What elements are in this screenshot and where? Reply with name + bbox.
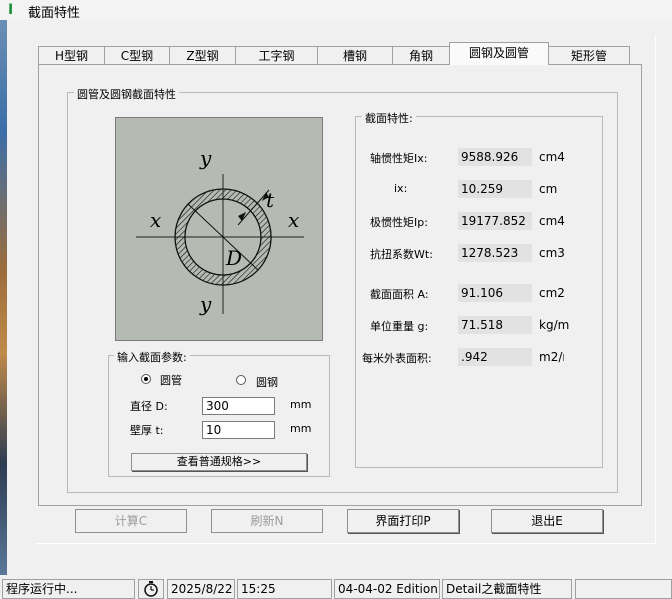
prop-unit-surface: m2/m [539,350,564,364]
prop-label-ix: 轴惯性矩Ix: [370,152,428,165]
background-strip [0,20,7,575]
calculate-button[interactable]: 计算C [75,509,187,533]
tab-channel[interactable]: 槽钢 [317,46,393,64]
prop-value-surface: .942 [458,348,532,366]
axis-y-top: y [200,146,212,170]
radio-round-bar-label: 圆钢 [256,376,278,389]
prop-label-area: 截面面积 A: [370,288,429,301]
prop-value-ip: 19177.852 [458,212,532,230]
status-time: 15:25 [237,579,332,599]
tab-h-steel[interactable]: H型钢 [38,46,105,64]
diameter-unit: mm [290,398,312,411]
prop-label-weight: 单位重量 g: [370,320,429,333]
diameter-label: 直径 D: [130,400,168,413]
radio-tube[interactable] [141,374,151,384]
prop-value-area: 91.106 [458,284,532,302]
thickness-label: 壁厚 t: [130,424,164,437]
app-icon: I [8,2,14,18]
diameter-symbol: D [226,246,243,270]
prop-unit-ix: cm4 [539,150,565,164]
status-state: 程序运行中... [2,579,135,599]
window-title: 截面特性 [28,6,81,21]
status-edition: 04-04-02 Edition [334,579,440,599]
axis-y-bottom: y [200,292,212,316]
prop-value-wt: 1278.523 [458,244,532,262]
prop-label-wt: 抗扭系数Wt: [370,248,433,261]
prop-label-radius: ix: [394,182,408,195]
clock-icon [138,579,164,599]
print-button[interactable]: 界面打印P [347,509,459,533]
status-detail: Detail之截面特性 [442,579,572,599]
status-empty [575,579,672,599]
tab-angle[interactable]: 角钢 [392,46,450,64]
prop-value-weight: 71.518 [458,316,532,334]
tab-i-beam[interactable]: 工字钢 [235,46,318,64]
prop-value-ix: 9588.926 [458,148,532,166]
prop-unit-weight: kg/m [539,318,570,332]
axis-x-right: x [288,208,300,232]
prop-unit-area: cm2 [539,286,565,300]
prop-unit-wt: cm3 [539,246,565,260]
thickness-symbol: t [266,188,275,212]
view-specs-button[interactable]: 查看普通规格>> [131,453,307,471]
radio-tube-label: 圆管 [160,374,182,387]
tab-z-steel[interactable]: Z型钢 [169,46,236,64]
axis-x-left: x [150,208,162,232]
thickness-unit: mm [290,422,312,435]
prop-unit-radius: cm [539,182,558,196]
tab-round-tube[interactable]: 圆钢及圆管 [449,42,549,65]
prop-label-ip: 极惯性矩Ip: [370,216,428,229]
tab-rect-tube[interactable]: 矩形管 [548,46,630,64]
diameter-input[interactable]: 300 [202,397,275,415]
title-bar: I 截面特性 [0,0,672,21]
prop-label-surface: 每米外表面积: [362,352,432,365]
prop-unit-ip: cm4 [539,214,565,228]
prop-value-radius: 10.259 [458,180,532,198]
status-date: 2025/8/22 [167,579,235,599]
exit-button[interactable]: 退出E [491,509,603,533]
refresh-button[interactable]: 刷新N [211,509,323,533]
thickness-input[interactable]: 10 [202,421,275,439]
section-diagram: y y x x t D [115,117,323,341]
props-group-title: 截面特性: [362,110,416,126]
tab-c-steel[interactable]: C型钢 [104,46,170,64]
main-group-title: 圆管及圆钢截面特性 [74,86,179,102]
radio-round-bar[interactable] [236,375,246,385]
input-group-title: 输入截面参数: [114,349,190,365]
